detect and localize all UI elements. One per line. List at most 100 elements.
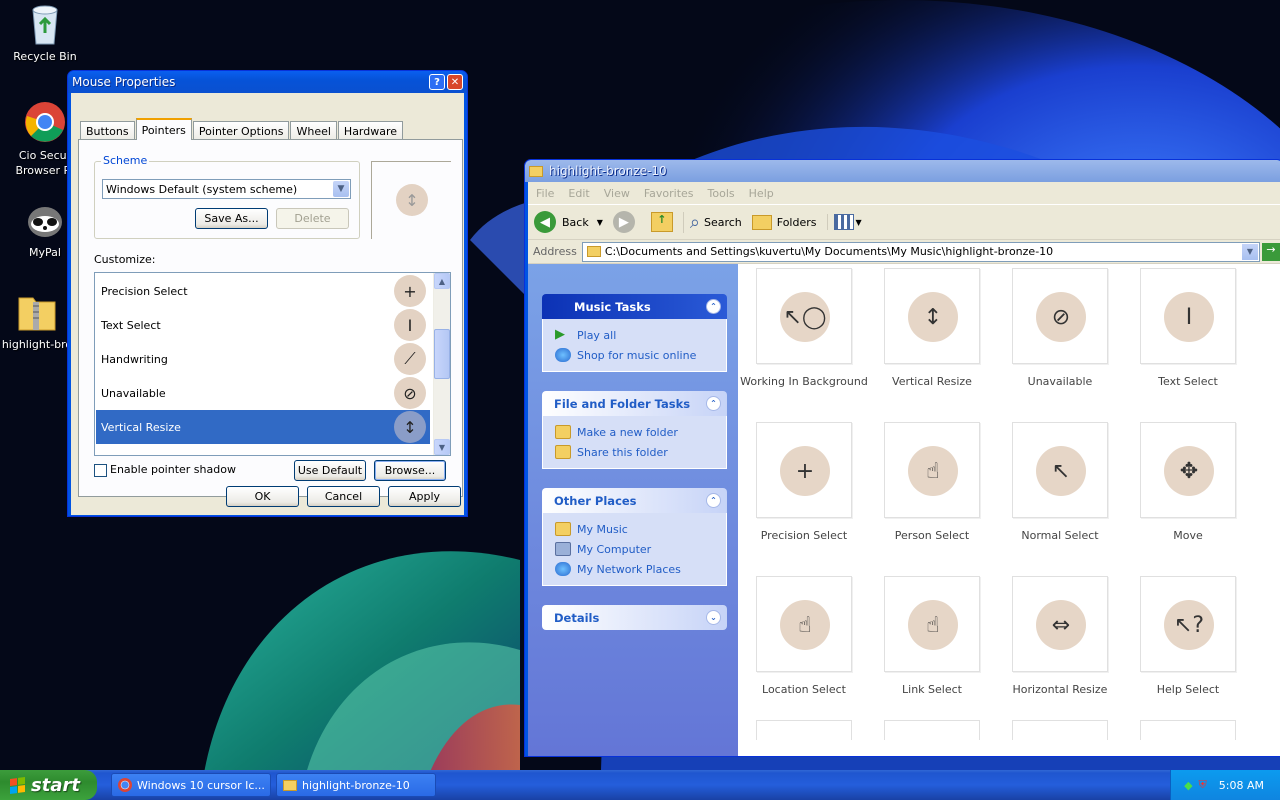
clock[interactable]: 5:08 AM: [1219, 779, 1264, 792]
menu-view[interactable]: View: [604, 187, 630, 200]
scroll-up-icon[interactable]: ▲: [434, 273, 450, 289]
text-cursor-icon: I: [394, 309, 426, 341]
file-item[interactable]: ☝ Person Select: [868, 412, 996, 562]
list-item[interactable]: Precision Select +: [96, 274, 430, 308]
folders-button[interactable]: Folders: [751, 214, 817, 230]
pointer-name: Unavailable: [101, 386, 166, 400]
desktop-icon-recycle-bin[interactable]: Recycle Bin: [5, 2, 85, 63]
expand-icon[interactable]: ⌄: [706, 610, 721, 625]
address-label: Address: [533, 245, 577, 258]
list-scrollbar[interactable]: ▲ ▼: [433, 273, 450, 455]
tab-buttons[interactable]: Buttons: [80, 121, 135, 140]
explorer-titlebar[interactable]: highlight-bronze-10: [525, 160, 1280, 182]
list-item[interactable]: Text Select I: [96, 308, 430, 342]
scroll-thumb[interactable]: [434, 329, 450, 379]
taskbar-button-explorer[interactable]: highlight-bronze-10: [276, 773, 436, 797]
file-item[interactable]: ⊘ Unavailable: [996, 264, 1124, 408]
music-tasks-header[interactable]: Music Tasks ⌃: [542, 294, 727, 319]
list-item[interactable]: Unavailable ⊘: [96, 376, 430, 410]
apply-button[interactable]: Apply: [388, 486, 461, 507]
address-value: C:\Documents and Settings\kuvertu\My Doc…: [604, 245, 1054, 258]
desktop-icon-zip-folder[interactable]: highlight-bro: [0, 290, 77, 351]
scheme-dropdown[interactable]: Windows Default (system scheme) ▼: [102, 179, 351, 199]
use-default-button[interactable]: Use Default: [294, 460, 366, 481]
file-thumbnail: ☝: [756, 576, 852, 672]
shop-music-link[interactable]: Shop for music online: [555, 345, 726, 365]
cancel-button[interactable]: Cancel: [307, 486, 380, 507]
file-item[interactable]: ↖? Help Select: [1124, 566, 1252, 716]
tab-pointers[interactable]: Pointers: [135, 118, 192, 140]
file-item[interactable]: ✥ Move: [1124, 412, 1252, 562]
chevron-down-icon[interactable]: ▼: [1242, 243, 1258, 260]
pointer-list[interactable]: Precision Select + Text Select I Handwri…: [94, 272, 451, 456]
address-input[interactable]: C:\Documents and Settings\kuvertu\My Doc…: [581, 241, 1260, 262]
shield-icon[interactable]: ⛨: [1199, 778, 1207, 792]
collapse-icon[interactable]: ⌃: [706, 299, 721, 314]
file-item[interactable]: ⇔ Horizontal Resize: [996, 566, 1124, 716]
file-item[interactable]: ↖◯ Working In Background: [740, 264, 868, 408]
details-header[interactable]: Details ⌄: [542, 605, 727, 630]
tab-wheel[interactable]: Wheel: [290, 121, 337, 140]
go-arrow-icon[interactable]: →: [1262, 242, 1280, 261]
network-tray-icon[interactable]: ◆: [1184, 779, 1192, 792]
search-label: Search: [703, 215, 742, 229]
collapse-icon[interactable]: ⌃: [706, 493, 721, 508]
pointer-shadow-label: Enable pointer shadow: [110, 463, 236, 476]
file-name: Unavailable: [1027, 375, 1093, 388]
person-select-icon: ☝: [908, 446, 958, 496]
taskbar-button-browser[interactable]: Windows 10 cursor Ic...: [111, 773, 271, 797]
delete-button[interactable]: Delete: [276, 208, 349, 229]
help-button[interactable]: ?: [429, 74, 445, 90]
list-item[interactable]: Handwriting ⟋: [96, 342, 430, 376]
back-label: Back: [562, 215, 589, 229]
file-item[interactable]: ☝ Location Select: [740, 566, 868, 716]
pen-icon: ⟋: [394, 343, 426, 375]
tab-hardware[interactable]: Hardware: [337, 121, 404, 140]
collapse-icon[interactable]: ⌃: [706, 396, 721, 411]
crosshair-icon: +: [780, 446, 830, 496]
file-tasks-panel: File and Folder Tasks ⌃ Make a new folde…: [542, 391, 727, 469]
search-button[interactable]: ⌕ Search: [682, 211, 742, 233]
chevron-down-icon[interactable]: ▼: [597, 218, 603, 227]
browse-button[interactable]: Browse...: [374, 460, 446, 481]
file-tasks-header[interactable]: File and Folder Tasks ⌃: [542, 391, 727, 416]
details-title: Details: [554, 610, 600, 625]
share-folder-link[interactable]: Share this folder: [555, 442, 726, 462]
menu-help[interactable]: Help: [749, 187, 774, 200]
explorer-window: highlight-bronze-10 File Edit View Favor…: [524, 159, 1280, 757]
up-folder-button[interactable]: ↑: [650, 212, 673, 232]
file-item[interactable]: + Precision Select: [740, 412, 868, 562]
save-as-button[interactable]: Save As...: [195, 208, 268, 229]
menu-edit[interactable]: Edit: [568, 187, 589, 200]
scroll-down-icon[interactable]: ▼: [434, 439, 450, 455]
other-places-header[interactable]: Other Places ⌃: [542, 488, 727, 513]
close-button[interactable]: ✕: [447, 74, 463, 90]
file-item[interactable]: ↕ Vertical Resize: [868, 264, 996, 408]
play-all-label: Play all: [577, 328, 617, 342]
list-item-selected[interactable]: Vertical Resize ↕: [96, 410, 430, 444]
chevron-down-icon[interactable]: ▼: [333, 181, 349, 197]
menu-file[interactable]: File: [536, 187, 554, 200]
dialog-titlebar[interactable]: Mouse Properties ? ✕: [68, 71, 467, 93]
ok-button[interactable]: OK: [226, 486, 299, 507]
file-item[interactable]: ☝ Link Select: [868, 566, 996, 716]
start-button[interactable]: start: [0, 770, 97, 800]
new-folder-link[interactable]: Make a new folder: [555, 422, 726, 442]
file-item[interactable]: ↖ Normal Select: [996, 412, 1124, 562]
network-places-link[interactable]: My Network Places: [555, 559, 726, 579]
my-music-link[interactable]: My Music: [555, 519, 726, 539]
tab-pointer-options[interactable]: Pointer Options: [192, 121, 290, 140]
crosshair-icon: +: [394, 275, 426, 307]
back-arrow-icon: ◀: [534, 211, 556, 233]
views-button[interactable]: ▼: [826, 214, 862, 230]
desktop-icon-label: Recycle Bin: [13, 50, 77, 63]
back-button[interactable]: ◀ Back ▼: [534, 211, 603, 233]
file-item[interactable]: I Text Select: [1124, 264, 1252, 408]
other-places-title: Other Places: [554, 493, 637, 508]
pointer-shadow-checkbox[interactable]: [94, 464, 107, 477]
my-computer-link[interactable]: My Computer: [555, 539, 726, 559]
menu-favorites[interactable]: Favorites: [644, 187, 694, 200]
forward-button[interactable]: ▶: [612, 211, 641, 233]
menu-tools[interactable]: Tools: [708, 187, 735, 200]
play-all-link[interactable]: ▶ Play all: [555, 325, 726, 345]
